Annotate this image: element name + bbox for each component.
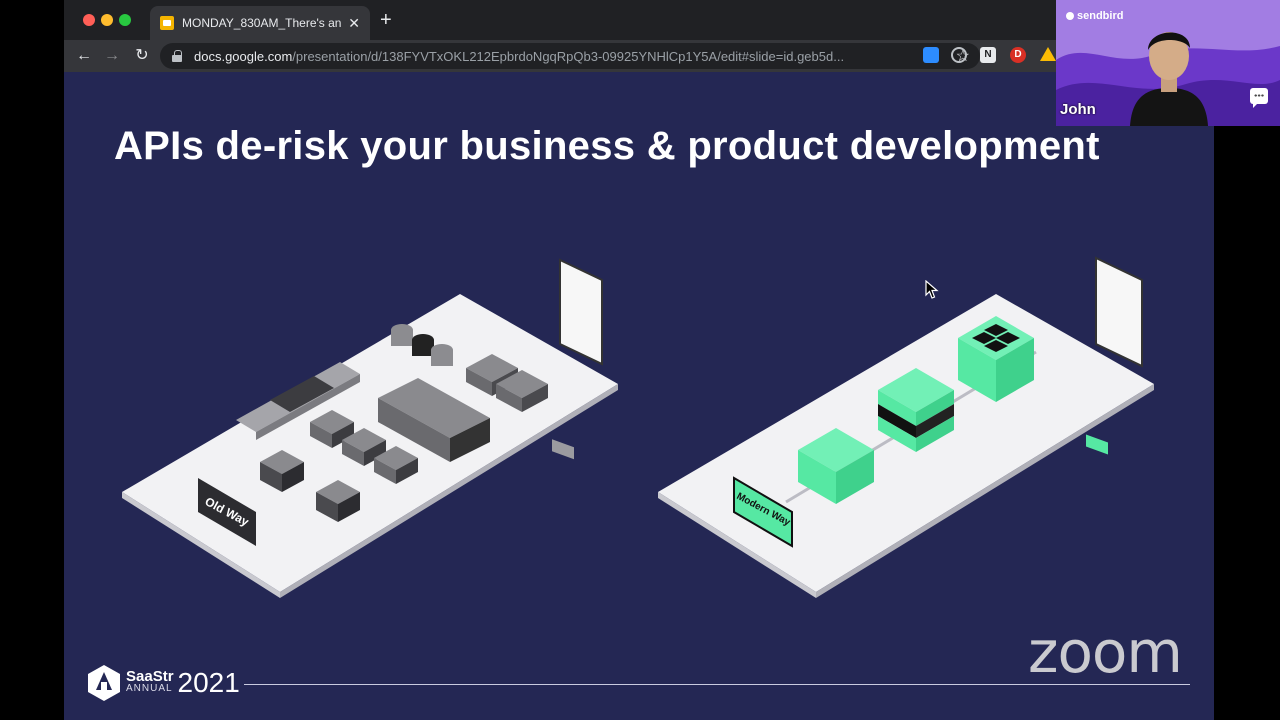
zoom-extension-icon[interactable] (923, 47, 939, 63)
chat-dots (1254, 94, 1264, 97)
browser-toolbar: ← → ↻ docs.google.com/presentation/d/138… (64, 40, 1214, 72)
slide-title: APIs de-risk your business & product dev… (114, 124, 1100, 168)
maximize-window-button[interactable] (119, 14, 131, 26)
d-extension-icon[interactable]: D (1010, 47, 1026, 63)
sendbird-logo: sendbird (1066, 10, 1123, 22)
zoom-watermark: zoom (1028, 618, 1183, 686)
lock-icon (172, 50, 182, 62)
tab-bar: MONDAY_830AM_There's an ✕ + (64, 0, 1214, 40)
address-bar[interactable]: docs.google.com/presentation/d/138FYVTxO… (160, 43, 980, 69)
warning-extension-icon[interactable] (1040, 47, 1056, 61)
url-host: docs.google.com (194, 48, 293, 64)
sendbird-logo-text: sendbird (1077, 10, 1124, 22)
forward-button[interactable]: → (102, 46, 122, 66)
tab-close-icon[interactable]: ✕ (348, 15, 360, 32)
url-path: /presentation/d/138FYVTxOKL212EpbrdoNgqR… (292, 48, 845, 64)
participant-person-image (1130, 32, 1208, 126)
old-way-illustration: Old Way (122, 258, 618, 598)
saastr-name: SaaStr (126, 668, 174, 685)
saastr-logo-icon (88, 665, 120, 701)
reload-button[interactable]: ↻ (132, 46, 152, 66)
google-slides-icon (160, 16, 174, 30)
modern-way-illustration: Modern Way (658, 256, 1154, 598)
saastr-annual: ANNUAL (126, 683, 173, 694)
sync-extension-icon[interactable] (951, 47, 967, 63)
participant-video[interactable]: sendbird John (1056, 0, 1280, 126)
url-text[interactable]: docs.google.com/presentation/d/138FYVTxO… (194, 49, 874, 64)
participant-name: John (1060, 101, 1096, 118)
notion-extension-icon[interactable]: N (980, 47, 996, 63)
back-button[interactable]: ← (74, 46, 94, 66)
mouse-cursor-icon (925, 280, 939, 299)
chat-bubble-icon[interactable] (1250, 88, 1268, 108)
new-tab-button[interactable]: + (380, 10, 392, 30)
saastr-brand-text: SaaStr ANNUAL (126, 668, 174, 695)
saastr-year: 2021 (177, 667, 240, 698)
sendbird-logo-icon (1066, 12, 1074, 20)
close-window-button[interactable] (83, 14, 95, 26)
browser-window: MONDAY_830AM_There's an ✕ + ← → ↻ docs.g… (64, 0, 1214, 720)
tab-title: MONDAY_830AM_There's an (182, 16, 342, 30)
minimize-window-button[interactable] (101, 14, 113, 26)
tab-presentation[interactable]: MONDAY_830AM_There's an ✕ (150, 6, 370, 40)
saastr-branding: SaaStr ANNUAL 2021 (86, 664, 240, 702)
screen: MONDAY_830AM_There's an ✕ + ← → ↻ docs.g… (0, 0, 1280, 720)
